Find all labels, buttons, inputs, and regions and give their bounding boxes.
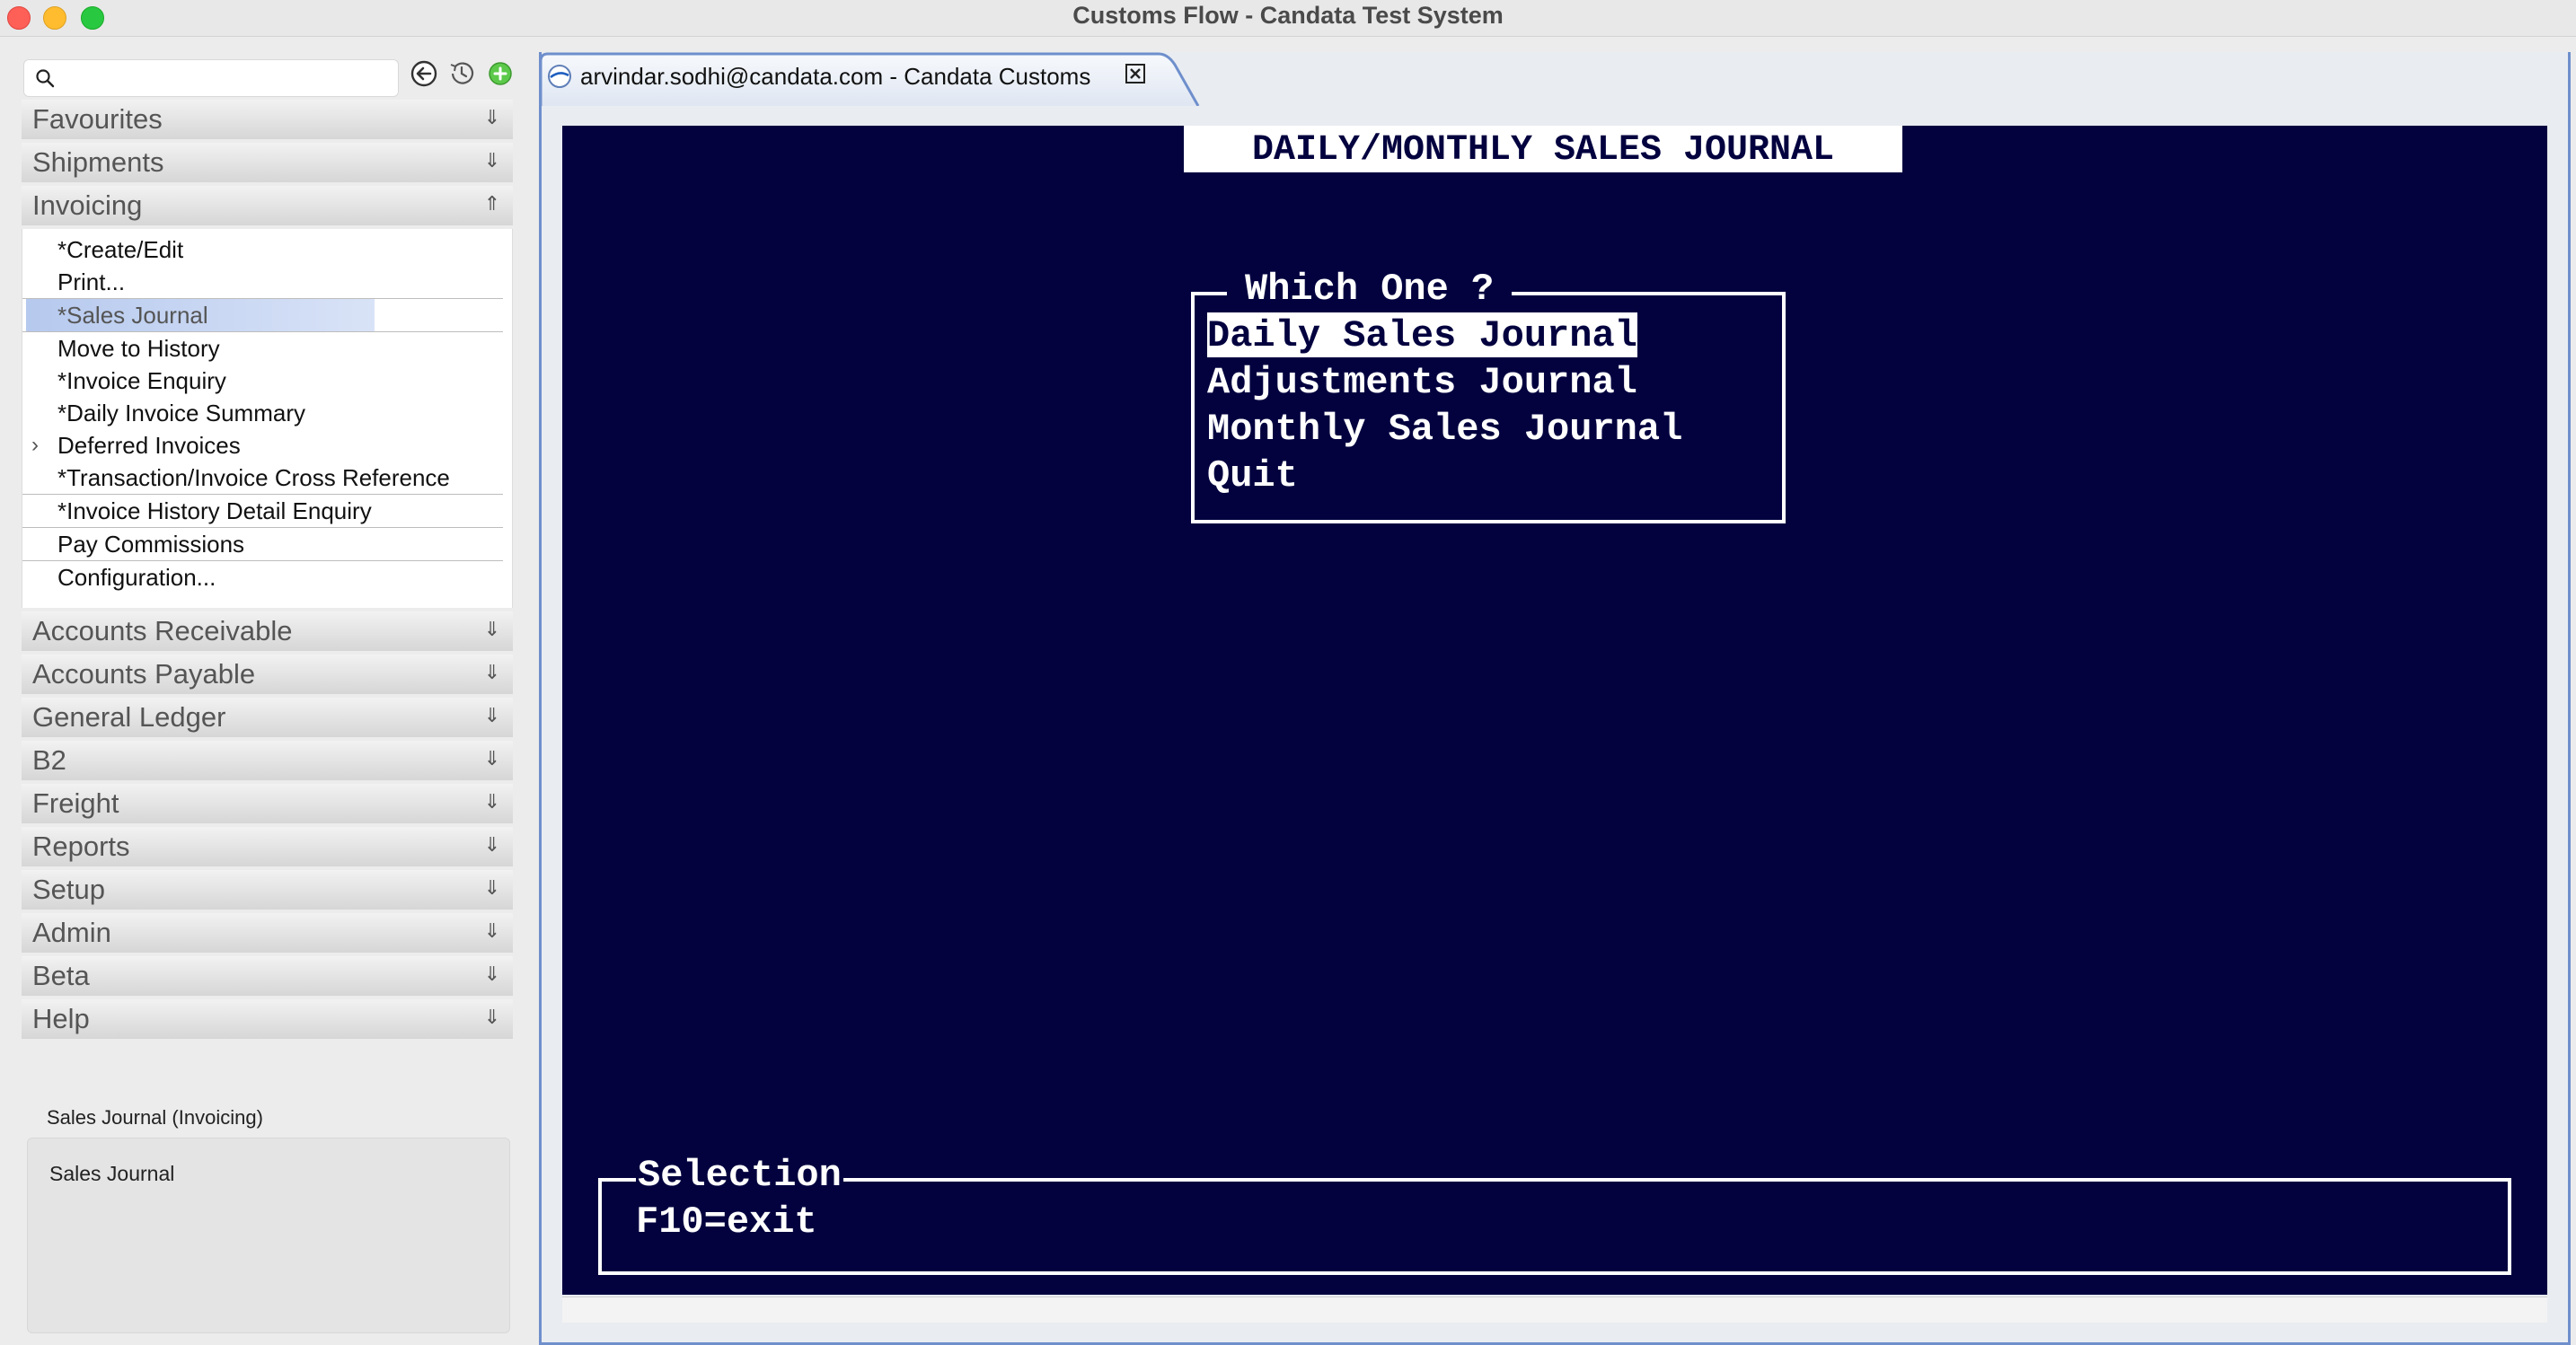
chevron-down-icon: ⇓: [483, 876, 500, 899]
horizontal-scrollbar[interactable]: [562, 1297, 2547, 1323]
chevron-down-icon: ⇓: [483, 833, 500, 856]
section-help[interactable]: Help ⇓: [22, 999, 513, 1039]
sidebar-item-daily-invoice-summary[interactable]: *Daily Invoice Summary: [22, 397, 512, 429]
exit-hint: F10=exit: [636, 1200, 817, 1244]
sidebar-item-move-to-history[interactable]: Move to History: [22, 332, 512, 365]
section-accounts-payable[interactable]: Accounts Payable ⇓: [22, 655, 513, 694]
section-beta[interactable]: Beta ⇓: [22, 956, 513, 996]
chevron-down-icon: ⇓: [483, 963, 500, 985]
section-general-ledger[interactable]: General Ledger ⇓: [22, 698, 513, 737]
search-input[interactable]: [23, 59, 399, 97]
section-invoicing[interactable]: Invoicing ⇑: [22, 186, 513, 225]
search-icon: [36, 69, 55, 88]
chevron-down-icon: ⇓: [483, 106, 500, 128]
back-icon[interactable]: [409, 58, 439, 89]
terminal-title: DAILY/MONTHLY SALES JOURNAL: [1184, 126, 1902, 172]
sidebar-item-transaction-invoice-cross-reference[interactable]: *Transaction/Invoice Cross Reference: [22, 462, 503, 495]
sidebar-item-deferred-invoices[interactable]: › Deferred Invoices: [22, 429, 512, 462]
chevron-up-icon: ⇑: [483, 192, 500, 215]
sidebar: Favourites ⇓ Shipments ⇓ Invoicing ⇑ *Creat…: [0, 37, 532, 1345]
window-title: Customs Flow - Candata Test System: [1072, 2, 1504, 29]
status-description: Sales Journal: [49, 1162, 175, 1185]
tab-label: arvindar.sodhi@candata.com - Candata Cus…: [580, 63, 1091, 90]
section-b2[interactable]: B2 ⇓: [22, 741, 513, 780]
status-caption: Sales Journal (Invoicing): [47, 1106, 263, 1129]
chevron-down-icon: ⇓: [483, 790, 500, 813]
sidebar-item-create-edit[interactable]: *Create/Edit: [22, 233, 512, 266]
menu-option-daily-sales-journal[interactable]: Daily Sales Journal: [1207, 312, 1637, 357]
chevron-down-icon: ⇓: [483, 704, 500, 726]
customs-app-icon: [548, 65, 571, 88]
chevron-down-icon: ⇓: [483, 618, 500, 640]
chevron-down-icon: ⇓: [483, 661, 500, 683]
history-icon[interactable]: [446, 58, 477, 89]
sidebar-item-configuration[interactable]: Configuration...: [22, 561, 512, 593]
sidebar-item-invoice-enquiry[interactable]: *Invoice Enquiry: [22, 365, 512, 397]
chevron-down-icon: ⇓: [483, 919, 500, 942]
selection-frame: [598, 1178, 2511, 1275]
menu-option-monthly-sales-journal[interactable]: Monthly Sales Journal: [1207, 406, 1682, 451]
add-favourite-icon[interactable]: [485, 58, 516, 89]
tab-candata-customs[interactable]: arvindar.sodhi@candata.com - Candata Cus…: [539, 52, 1204, 106]
sidebar-item-pay-commissions[interactable]: Pay Commissions: [22, 528, 503, 561]
section-admin[interactable]: Admin ⇓: [22, 913, 513, 953]
section-reports[interactable]: Reports ⇓: [22, 827, 513, 866]
section-accounts-receivable[interactable]: Accounts Receivable ⇓: [22, 611, 513, 651]
menu-option-adjustments-journal[interactable]: Adjustments Journal: [1207, 359, 1637, 404]
chevron-right-icon[interactable]: ›: [31, 429, 39, 462]
section-freight[interactable]: Freight ⇓: [22, 784, 513, 823]
sidebar-item-invoice-history-detail-enquiry[interactable]: *Invoice History Detail Enquiry: [22, 495, 503, 528]
selection-label: Selection: [636, 1153, 843, 1198]
section-setup[interactable]: Setup ⇓: [22, 870, 513, 910]
close-tab-icon[interactable]: [1125, 62, 1146, 85]
sidebar-item-print[interactable]: Print...: [22, 266, 503, 299]
chevron-down-icon: ⇓: [483, 747, 500, 769]
chevron-down-icon: ⇓: [483, 149, 500, 171]
menu-title: Which One ?: [1227, 267, 1513, 312]
menu-option-quit[interactable]: Quit: [1207, 453, 1298, 497]
window-titlebar: Customs Flow - Candata Test System: [0, 0, 2576, 37]
sidebar-item-sales-journal[interactable]: *Sales Journal: [22, 299, 503, 332]
chevron-down-icon: ⇓: [483, 1006, 500, 1028]
invoicing-items: *Create/Edit Print... *Sales Journal Mov…: [22, 229, 513, 608]
sidebar-nav: Favourites ⇓ Shipments ⇓ Invoicing ⇑ *Creat…: [22, 100, 513, 1042]
section-favourites[interactable]: Favourites ⇓: [22, 100, 513, 139]
terminal-screen[interactable]: DAILY/MONTHLY SALES JOURNAL Which One ? …: [562, 126, 2547, 1295]
section-shipments[interactable]: Shipments ⇓: [22, 143, 513, 182]
status-description-panel: Sales Journal: [27, 1138, 510, 1333]
